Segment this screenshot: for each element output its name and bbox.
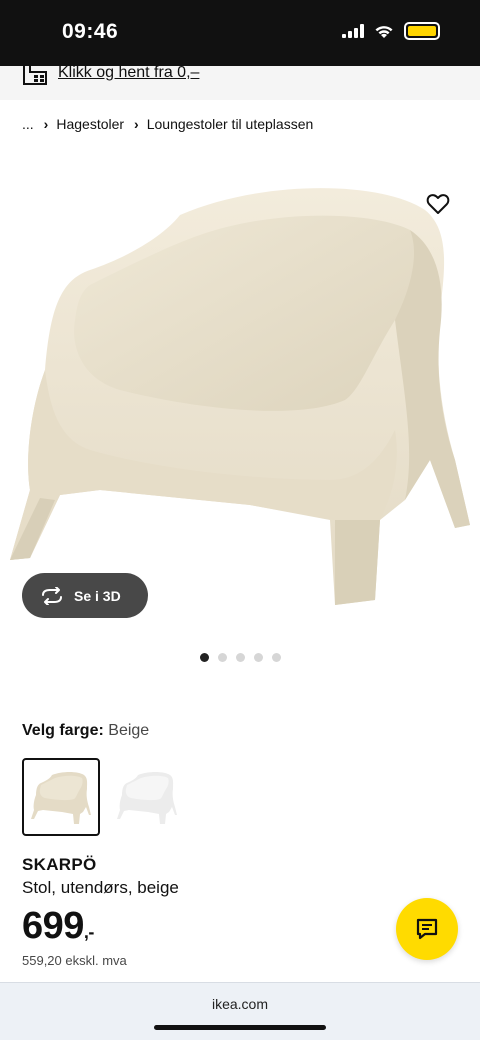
breadcrumb-item-garden-chairs[interactable]: Hagestoler xyxy=(56,116,124,132)
price-value: 699 xyxy=(22,905,84,947)
status-icons xyxy=(342,22,440,40)
view-in-3d-label: Se i 3D xyxy=(74,587,121,604)
product-image[interactable] xyxy=(0,160,480,640)
click-collect-link[interactable]: Klikk og hent fra 0,– xyxy=(58,64,199,82)
color-label: Velg farge: Beige xyxy=(22,722,149,740)
chair-thumbnail-beige xyxy=(31,772,91,824)
breadcrumb-item-lounge-chairs[interactable]: Loungestoler til uteplassen xyxy=(147,116,314,132)
color-label-title: Velg farge: xyxy=(22,722,104,739)
price-excl-vat: 559,20 ekskl. mva xyxy=(22,953,127,968)
breadcrumb: ... › Hagestoler › Loungestoler til utep… xyxy=(22,116,319,132)
product-name: SKARPÖ xyxy=(22,855,97,874)
price-suffix: ,- xyxy=(83,922,95,942)
rotate-icon xyxy=(42,586,62,605)
view-in-3d-button[interactable]: Se i 3D xyxy=(22,573,148,618)
battery-icon xyxy=(404,22,440,40)
color-swatch-white[interactable] xyxy=(108,758,186,836)
status-bar: 09:46 xyxy=(0,0,480,66)
color-selected-value: Beige xyxy=(108,722,150,739)
color-swatch-beige[interactable] xyxy=(22,758,100,836)
image-carousel-dots xyxy=(200,653,281,662)
browser-url[interactable]: ikea.com xyxy=(0,996,480,1012)
carousel-dot[interactable] xyxy=(200,653,209,662)
wifi-icon xyxy=(375,25,393,38)
home-indicator[interactable] xyxy=(154,1025,326,1030)
chat-button[interactable] xyxy=(396,898,458,960)
product-price: 699,- xyxy=(22,905,94,948)
carousel-dot[interactable] xyxy=(236,653,245,662)
browser-address-bar[interactable]: ikea.com xyxy=(0,982,480,1040)
carousel-dot[interactable] xyxy=(218,653,227,662)
store-icon xyxy=(23,66,47,85)
status-time: 09:46 xyxy=(62,20,119,43)
signal-icon xyxy=(342,24,364,38)
breadcrumb-ellipsis[interactable]: ... xyxy=(22,116,34,132)
chevron-right-icon: › xyxy=(134,116,139,132)
carousel-dot[interactable] xyxy=(272,653,281,662)
chevron-right-icon: › xyxy=(43,116,49,132)
product-description: Stol, utendørs, beige xyxy=(22,878,179,897)
chair-image xyxy=(10,188,470,605)
chair-thumbnail-white xyxy=(117,772,177,824)
carousel-dot[interactable] xyxy=(254,653,263,662)
chat-icon xyxy=(416,918,438,940)
heart-icon[interactable] xyxy=(426,192,450,216)
click-collect-banner[interactable]: Klikk og hent fra 0,– xyxy=(0,64,480,100)
